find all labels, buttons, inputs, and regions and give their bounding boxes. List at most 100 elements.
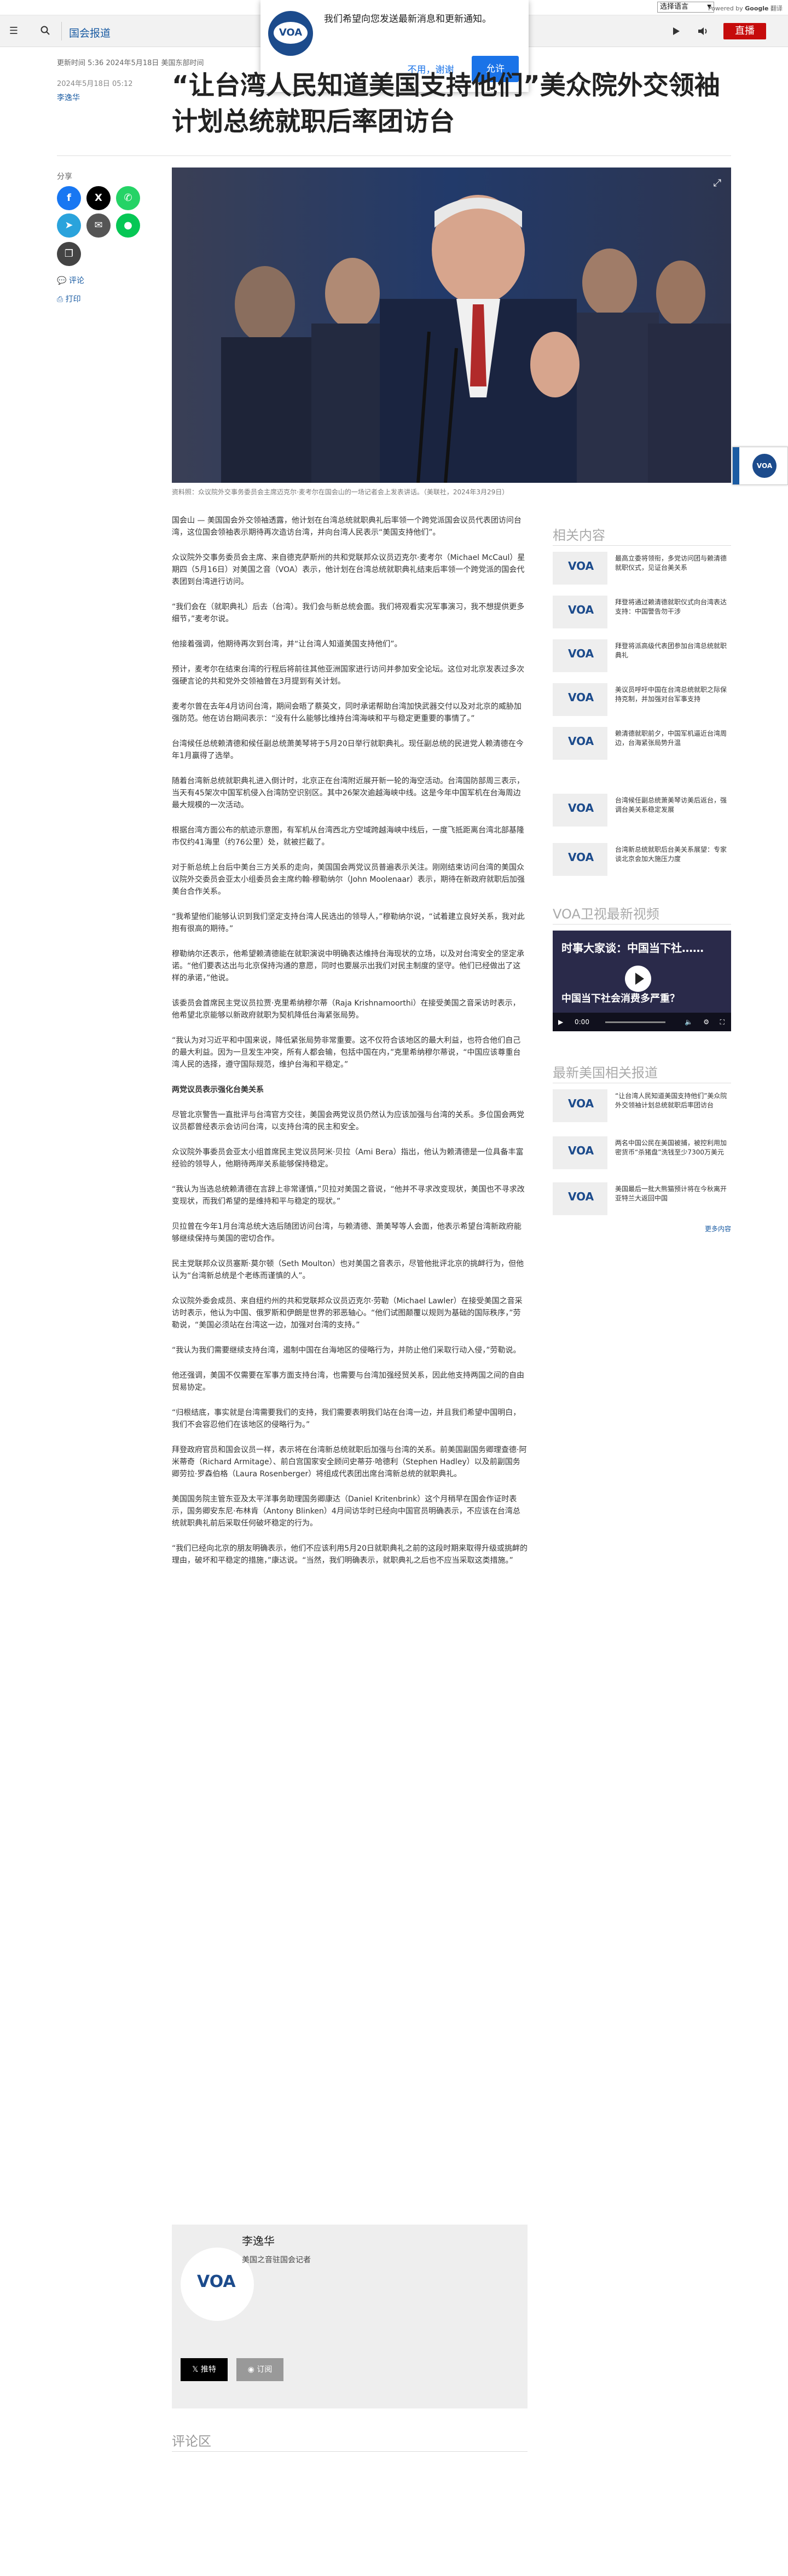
play-icon[interactable]: ▶ [558,1013,563,1031]
voa-logo: VOA [553,843,607,876]
paragraph: 预计，麦考尔在结束台湾的行程后将前往其他亚洲国家进行访问并参加安全论坛。这位对北… [172,665,524,686]
author-link[interactable]: 李逸华 [57,92,80,103]
published-time: 2024年5月18日 05:12 [57,80,133,88]
video-heading: VOA卫视最新视频 [553,906,659,922]
whatsapp-share-button[interactable]: ✆ [116,186,140,210]
related-item[interactable]: VOA “让台湾人民知道美国支持他们”美众院外交领袖计划总统就职后率团访台 [553,1089,731,1127]
voa-logo: VOA [553,1182,607,1215]
voa-logo: VOA [553,596,607,628]
email-share-button[interactable]: ✉ [86,213,111,238]
paragraph: 根据台湾方面公布的航迹示意图，有军机从台湾西北方空域跨越海峡中线后，一度飞抵距离… [172,826,524,847]
google-translate-credit[interactable]: Powered by Google 翻译 [708,4,783,13]
more-link[interactable]: 更多内容 [705,1224,731,1233]
divider [172,2451,528,2452]
voa-logo: VOA [553,639,607,672]
search-icon[interactable] [39,25,51,37]
print-icon: ⎙ [57,295,66,304]
paragraph: 众议院外交事务委员会主席、来自德克萨斯州的共和党联邦众议员迈克尔·麦考尔（Mic… [172,553,525,586]
follow-x-button[interactable]: 𝕏 推特 [181,2358,228,2381]
voa-logo: VOA [553,727,607,760]
paragraph: “归根结底，事实就是台湾需要我们的支持，我们需要表明我们站在台湾一边，并且我们希… [172,1408,521,1429]
powered-by-text: Powered by [708,5,743,12]
related-item[interactable]: VOA 两名中国公民在美国被捕，被控利用加密货币“杀猪盘”洗钱至少7300万美元 [553,1136,731,1174]
related-title: 两名中国公民在美国被捕，被控利用加密货币“杀猪盘”洗钱至少7300万美元 [615,1139,727,1156]
language-select[interactable]: 选择语言 ▼ [657,2,714,13]
video-player[interactable]: 时事大家谈：中国当下社…… 中国当下社会消费多严重？ ▶ 0:00 🔈 ⚙ ⛶ [553,931,731,1031]
paragraph: 随着台湾新总统就职典礼进入倒计时，北京正在台湾附近展开新一轮的海空活动。台湾国防… [172,777,524,810]
widget-handle[interactable] [733,447,739,484]
line-share-button[interactable]: ● [116,213,140,238]
play-icon[interactable] [670,25,682,37]
hero-image[interactable]: ⤢ [172,168,731,483]
paragraph: 麦考尔曾在去年4月访问台湾，期间会晤了蔡英文，同时承诺帮助台湾加快武器交付以及对… [172,702,522,723]
related-heading: 相关内容 [553,528,605,543]
paragraph: “我希望他们能够认识到我们坚定支持台湾人民选出的领导人，”穆勒纳尔说，“试着建立… [172,912,525,933]
related-item[interactable]: VOA 台湾候任副总统萧美琴访美后返台，强调台美关系稳定发展 [553,794,731,831]
comments-heading: 评论区 [172,2434,211,2449]
audio-icon[interactable] [697,25,709,37]
related-item[interactable]: VOA 拜登将通过赖清德就职仪式向台湾表达支持：中国警告勿干涉 [553,596,731,633]
copy-link-button[interactable]: ❐ [57,242,81,266]
hero-photo [172,168,731,483]
rss-icon: ◉ [247,2365,257,2374]
paragraph: 民主党联邦众议员塞斯·莫尔顿（Seth Moulton）也对美国之音表示，尽管他… [172,1260,524,1280]
menu-icon[interactable]: ☰ [8,25,20,37]
paragraph: “我们已经向北京的朋友明确表示，他们不应该利用5月20日就职典礼之前的这段时期来… [172,1544,528,1565]
telegram-share-button[interactable]: ➤ [57,213,81,238]
language-select-label: 选择语言 [660,3,689,11]
video-title: 时事大家谈：中国当下社…… [561,942,704,955]
paragraph: 他接着强调，他期待再次到台湾，并“让台湾人知道美国支持他们”。 [172,640,402,649]
notification-text: 我们希望向您发送最新消息和更新通知。 [324,14,491,25]
paragraph: 众议院外委会成员、来自纽约州的共和党联邦众议员迈克尔·劳勒（Michael La… [172,1297,523,1330]
related-item[interactable]: VOA 最高立委将领衔，多党访问团与赖清德就职仪式，见证台美关系 [553,552,731,589]
paragraph: “我认为我们需要继续支持台湾，遏制中国在台海地区的侵略行为，并防止他们采取行动入… [172,1346,521,1355]
author-box: VOA 李逸华 美国之音驻国会记者 𝕏 推特 ◉ 订阅 [172,2225,528,2408]
related-item[interactable]: VOA 拜登将派高级代表团参加台湾总统就职典礼 [553,639,731,677]
image-caption: 资料照：众议院外交事务委员会主席迈克尔·麦考尔在国会山的一场记者会上发表讲话。（… [172,488,509,496]
expand-icon[interactable]: ⤢ [714,177,721,189]
voa-logo: VOA [553,1089,607,1122]
settings-icon[interactable]: ⚙ [703,1013,709,1031]
live-button[interactable]: 直播 [723,23,766,39]
progress-bar[interactable] [605,1021,665,1023]
comments-link[interactable]: 💬 评论 [57,275,84,286]
related-item[interactable]: VOA 美国最后一批大熊猫预计将在今秋离开亚特兰大返回中国 [553,1182,731,1220]
related-item[interactable]: VOA 美议员呼吁中国在台湾总统就职之际保持克制，并加强对台军事支持 [553,683,731,720]
author-name[interactable]: 李逸华 [242,2232,275,2248]
voa-logo: VOA [553,683,607,716]
paragraph: 该委员会首席民主党议员拉贾·克里希纳穆尔蒂（Raja Krishnamoorth… [172,999,520,1020]
volume-icon[interactable]: 🔈 [685,1013,693,1031]
voa-logo: VOA [268,11,313,56]
related-item[interactable]: VOA 台湾新总统就职后台美关系展望：专家谈北京会加大施压力度 [553,843,731,880]
video-subtitle: 中国当下社会消费多严重？ [561,993,680,1004]
fullscreen-icon[interactable]: ⛶ [720,1013,725,1031]
floating-widget[interactable]: VOA [732,447,788,485]
section-title[interactable]: 国会报道 [69,25,111,40]
paragraph: “我认为当选总统赖清德在言辞上非常谨慎，”贝拉对美国之音说，“他并不寻求改变现状… [172,1185,525,1206]
play-button[interactable] [625,966,651,992]
video-controls: ▶ 0:00 🔈 ⚙ ⛶ [553,1013,731,1031]
x-share-button[interactable]: X [86,186,111,210]
divider [57,155,731,156]
video-time: 0:00 [575,1018,589,1026]
follow-x-label: 推特 [200,2365,216,2374]
related-title: “让台湾人民知道美国支持他们”美众院外交领袖计划总统就职后率团访台 [615,1092,727,1109]
related-item[interactable]: VOA 赖清德就职前夕，中国军机逼近台湾周边，台海紧张局势升温 [553,727,731,764]
related-title: 最高立委将领衔，多党访问团与赖清德就职仪式，见证台美关系 [615,555,727,571]
paragraph: 他还强调，美国不仅需要在军事方面支持台湾，也需要与台湾加强经贸关系，因此他支持两… [172,1371,524,1392]
header-divider [61,22,62,41]
subheading: 两党议员表示强化台美关系 [172,1085,264,1094]
related-title: 赖清德就职前夕，中国军机逼近台湾周边，台海紧张局势升温 [615,730,727,747]
translate-text: 翻译 [770,5,783,12]
paragraph: 拜登政府官员和国会议员一样，表示将在台湾新总统就职后加强与台湾的关系。前美国副国… [172,1446,527,1478]
subscribe-button[interactable]: ◉ 订阅 [236,2358,283,2381]
related-title: 美国最后一批大熊猫预计将在今秋离开亚特兰大返回中国 [615,1185,727,1202]
facebook-share-button[interactable]: f [57,186,81,210]
print-link[interactable]: ⎙ 打印 [57,293,81,304]
author-title: 美国之音驻国会记者 [242,2256,311,2265]
divider [553,545,731,546]
comments-link-label: 评论 [68,276,84,285]
related-title: 拜登将派高级代表团参加台湾总统就职典礼 [615,642,727,659]
paragraph: “我们会在（就职典礼）后去（台湾）。我们会与新总统会面。我们将观看实况军事演习，… [172,603,525,623]
paragraph: 对于新总统上台后中美台三方关系的走向，美国国会两党议员普遍表示关注。刚刚结束访问… [172,863,525,896]
